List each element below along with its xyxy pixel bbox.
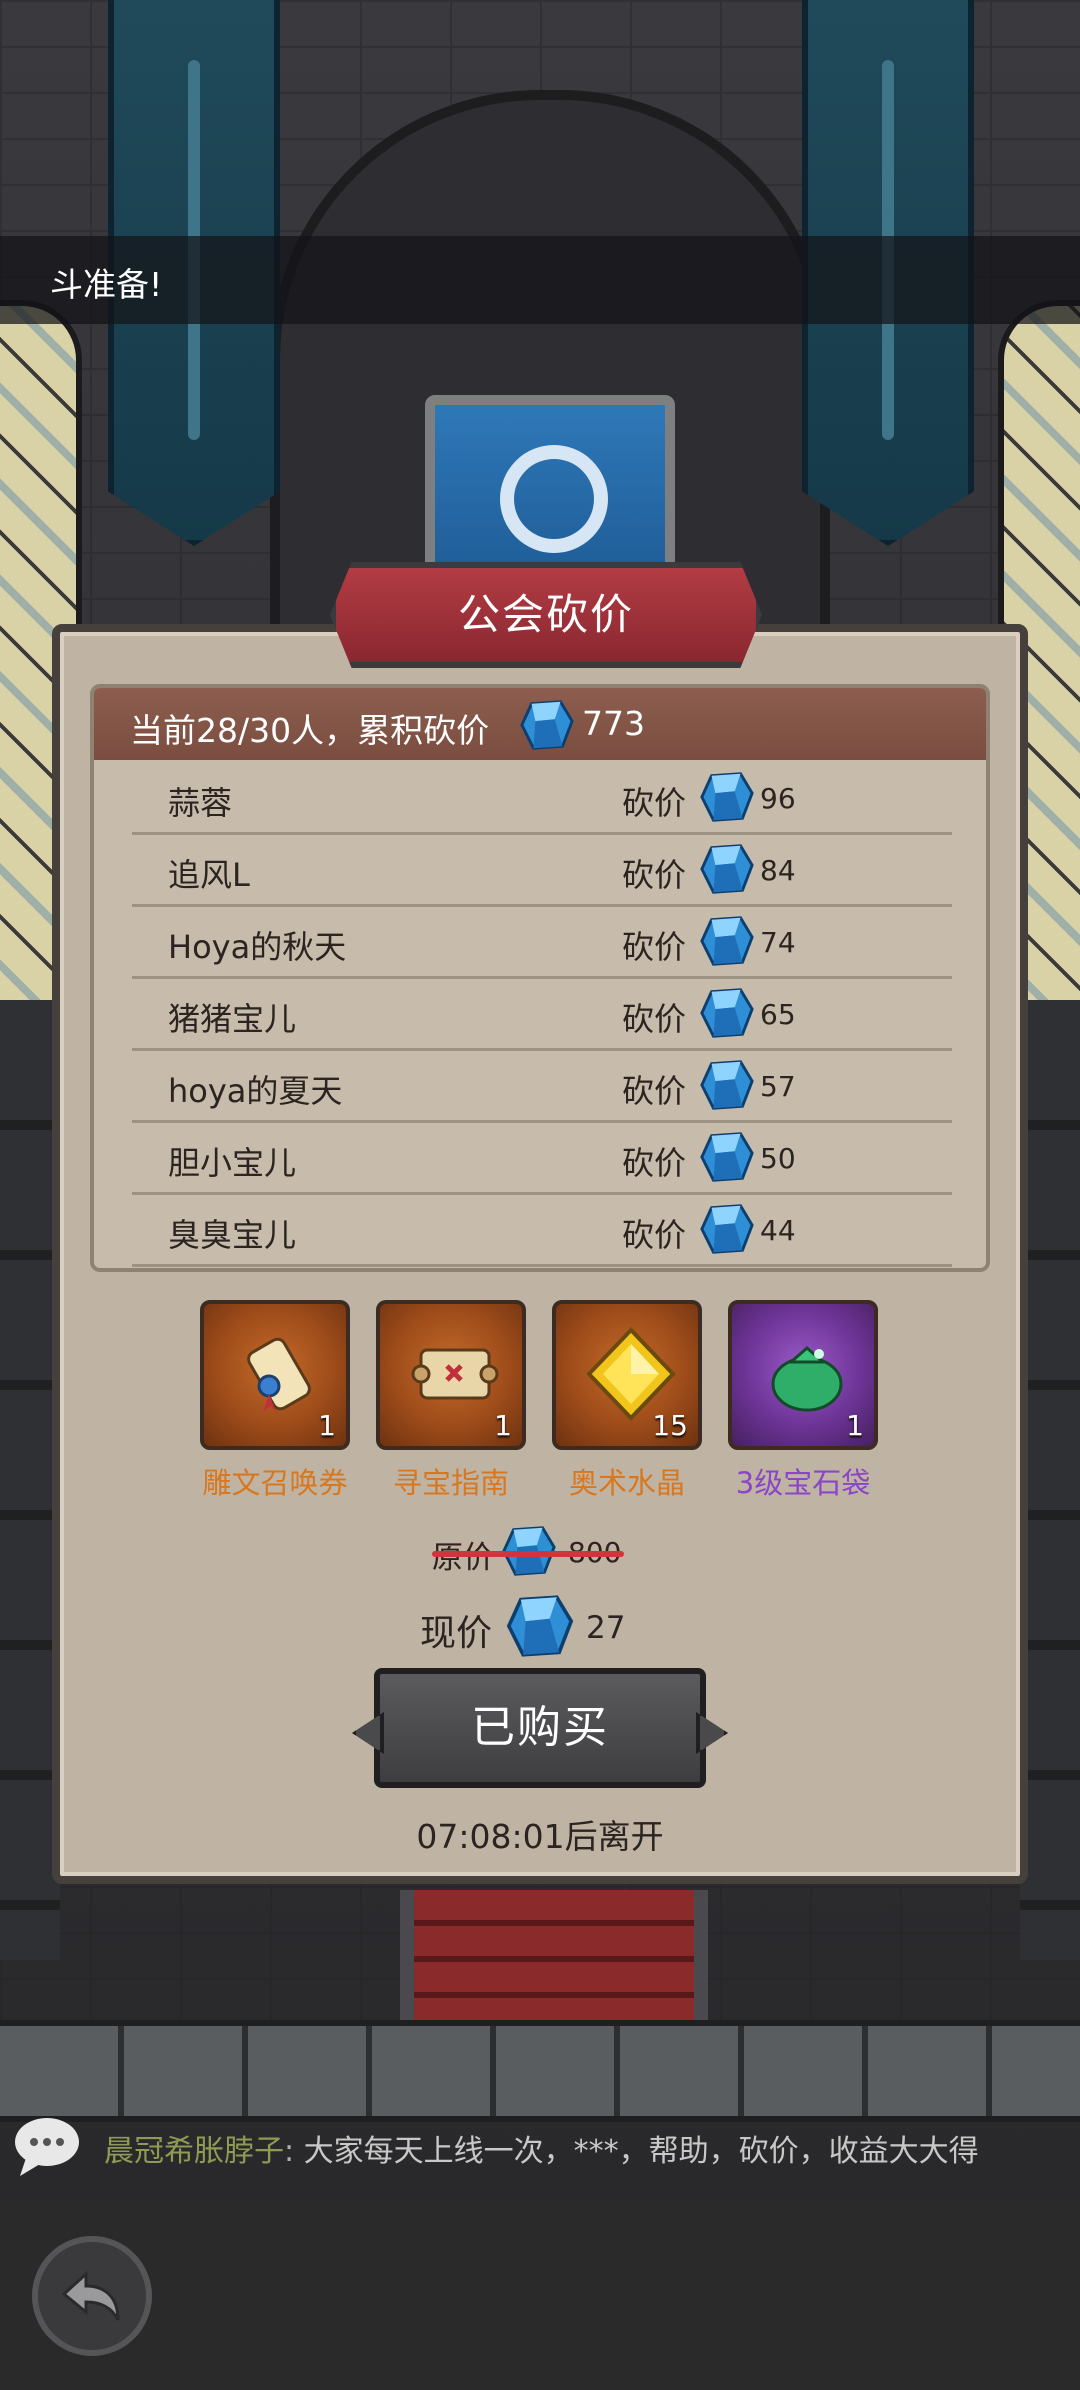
member-name: 胆小宝儿 — [168, 1144, 297, 1182]
bargain-amount: 57 — [760, 1070, 796, 1103]
chat-message-line[interactable]: 晨冠希胀脖子: 大家每天上线一次，***，帮助，砍价，收益大大得 — [104, 2126, 979, 2170]
bought-button-label: 已购买 — [471, 1702, 609, 1753]
bargain-amount: 65 — [760, 998, 796, 1031]
member-name: 臭臭宝儿 — [168, 1216, 297, 1254]
bargain-amount: 96 — [760, 782, 796, 815]
pillar-left — [0, 1000, 60, 1960]
member-name: Hoya的秋天 — [168, 928, 347, 966]
bargain-label: 砍价 — [622, 1216, 687, 1254]
bargain-amount: 74 — [760, 926, 796, 959]
bargain-label: 砍价 — [622, 1072, 687, 1110]
gem-bag-icon — [771, 1346, 843, 1412]
bargain-amount: 44 — [760, 1214, 796, 1247]
red-carpet-stairs — [400, 1890, 708, 2030]
summary-text: 当前28/30人，累积砍价 — [130, 711, 490, 750]
list-item: hoya的夏天 砍价 57 — [132, 1048, 952, 1123]
list-item: 蒜蓉 砍价 96 — [132, 760, 952, 835]
member-name: hoya的夏天 — [168, 1072, 343, 1110]
member-name: 猪猪宝儿 — [168, 1000, 297, 1038]
toast-text: 斗准备! — [50, 265, 163, 304]
list-header: 当前28/30人，累积砍价 773 — [94, 688, 986, 760]
list-item: 猪猪宝儿 砍价 65 — [132, 976, 952, 1051]
dialog-title-plate: 公会砍价 — [330, 562, 762, 668]
gem-icon — [698, 1056, 756, 1114]
bargain-label: 砍价 — [622, 856, 687, 894]
bargain-amount: 84 — [760, 854, 796, 887]
bargain-amount: 50 — [760, 1142, 796, 1175]
stone-floor — [0, 2020, 1080, 2122]
reward-name: 3级宝石袋 — [735, 1466, 871, 1500]
gem-icon — [698, 768, 756, 826]
reward-qty: 15 — [652, 1409, 688, 1442]
dialog-title: 公会砍价 — [457, 590, 634, 639]
pillar-right — [1020, 1000, 1080, 1960]
gem-icon — [698, 912, 756, 970]
summary-total: 773 — [582, 704, 645, 743]
current-price-label: 现价 — [420, 1613, 493, 1654]
gem-icon — [698, 1128, 756, 1186]
list-item: 胆小宝儿 砍价 50 — [132, 1120, 952, 1195]
bargain-label: 砍价 — [622, 928, 687, 966]
chat-separator: : — [284, 2134, 304, 2169]
reward-name: 雕文召唤券 — [202, 1466, 348, 1500]
member-name: 蒜蓉 — [168, 784, 233, 822]
bottom-bar — [0, 2200, 1080, 2390]
chat-message: 大家每天上线一次，***，帮助，砍价，收益大大得 — [303, 2134, 979, 2169]
back-arrow-icon — [61, 2270, 120, 2321]
current-price-value: 27 — [586, 1610, 626, 1646]
member-name: 追风L — [168, 856, 250, 894]
reward-qty: 1 — [318, 1409, 336, 1442]
reward-name: 寻宝指南 — [392, 1466, 509, 1500]
list-item: 追风L 砍价 84 — [132, 832, 952, 907]
bargain-label: 砍价 — [622, 1144, 687, 1182]
bargain-label: 砍价 — [622, 1000, 687, 1038]
bought-button[interactable]: 已购买 — [374, 1668, 706, 1788]
gem-icon — [518, 696, 576, 754]
reward-slot-gem-bag[interactable]: 1 — [728, 1300, 878, 1450]
reward-slot-arcane-crystal[interactable]: 15 — [552, 1300, 702, 1450]
reward-slot-scroll-ticket[interactable]: 1 — [200, 1300, 350, 1450]
list-item: 臭臭宝儿 砍价 44 — [132, 1192, 952, 1267]
list-item: Hoya的秋天 砍价 74 — [132, 904, 952, 979]
back-button[interactable] — [32, 2236, 152, 2356]
chat-bubble-icon[interactable] — [12, 2114, 82, 2178]
treasure-map-icon — [411, 1348, 499, 1400]
bargain-label: 砍价 — [622, 784, 687, 822]
chat-username: 晨冠希胀脖子 — [104, 2134, 284, 2169]
leave-timer: 07:08:01后离开 — [416, 1817, 664, 1856]
strikethrough-line — [432, 1551, 624, 1557]
scroll-ticket-icon — [247, 1337, 311, 1414]
gem-icon — [504, 1590, 576, 1662]
reward-qty: 1 — [846, 1409, 864, 1442]
gem-icon — [698, 984, 756, 1042]
toast-banner: 斗准备! — [0, 236, 1080, 324]
gem-icon — [698, 840, 756, 898]
reward-name: 奥术水晶 — [568, 1466, 685, 1500]
reward-slot-treasure-map[interactable]: 1 — [376, 1300, 526, 1450]
member-bargain-list[interactable]: 当前28/30人，累积砍价 773 蒜蓉 砍价 96 追风L 砍价 84 Hoy… — [90, 684, 990, 1272]
gem-icon — [698, 1200, 756, 1258]
reward-qty: 1 — [494, 1409, 512, 1442]
